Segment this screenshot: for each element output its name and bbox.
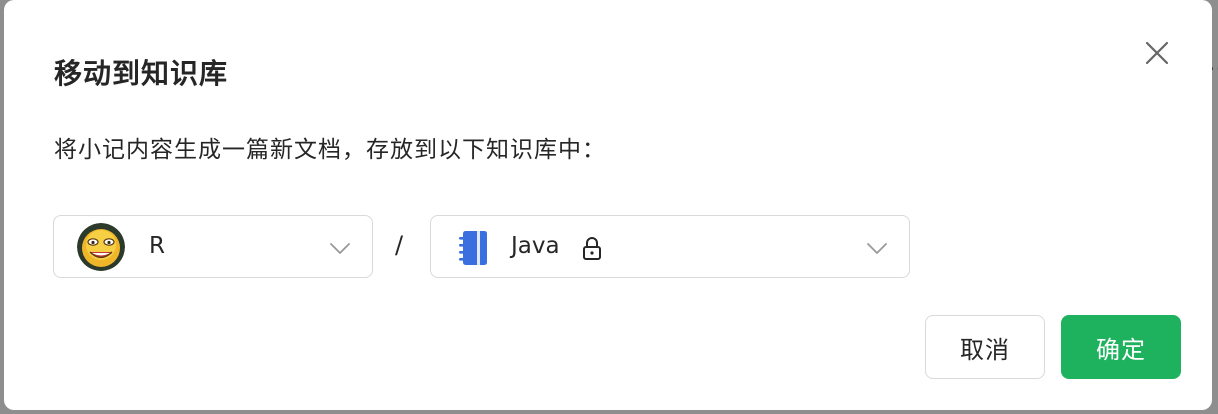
knowledge-base-name: Java <box>511 233 560 259</box>
book-icon <box>457 230 489 266</box>
dialog-title: 移动到知识库 <box>54 57 229 90</box>
knowledge-base-select[interactable]: Java <box>430 215 910 278</box>
chevron-down-icon <box>865 240 889 256</box>
chevron-down-icon <box>328 240 352 256</box>
cancel-button[interactable]: 取消 <box>925 315 1045 379</box>
confirm-button[interactable]: 确定 <box>1061 315 1181 379</box>
lock-icon <box>581 236 603 260</box>
user-name: R <box>149 233 165 259</box>
avatar <box>77 223 125 271</box>
close-icon[interactable] <box>1142 38 1172 68</box>
user-select[interactable]: R <box>53 215 373 278</box>
path-separator: / <box>395 231 404 259</box>
move-to-knowledge-base-dialog: 移动到知识库 将小记内容生成一篇新文档，存放到以下知识库中： R / Java … <box>4 0 1212 410</box>
dialog-description: 将小记内容生成一篇新文档，存放到以下知识库中： <box>54 137 606 163</box>
